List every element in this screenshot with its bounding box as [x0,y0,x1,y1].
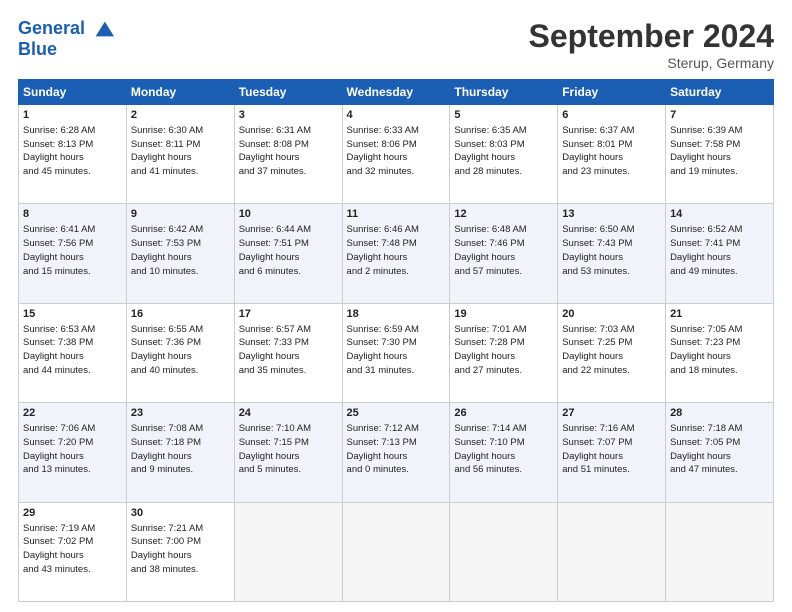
table-cell: 19Sunrise: 7:01 AMSunset: 7:28 PMDayligh… [450,303,558,402]
table-cell: 8Sunrise: 6:41 AMSunset: 7:56 PMDaylight… [19,204,127,303]
table-cell [450,502,558,601]
table-cell: 14Sunrise: 6:52 AMSunset: 7:41 PMDayligh… [666,204,774,303]
table-cell: 5Sunrise: 6:35 AMSunset: 8:03 PMDaylight… [450,105,558,204]
table-cell: 18Sunrise: 6:59 AMSunset: 7:30 PMDayligh… [342,303,450,402]
calendar-row: 15Sunrise: 6:53 AMSunset: 7:38 PMDayligh… [19,303,774,402]
table-cell: 27Sunrise: 7:16 AMSunset: 7:07 PMDayligh… [558,403,666,502]
table-cell: 16Sunrise: 6:55 AMSunset: 7:36 PMDayligh… [126,303,234,402]
table-cell: 6Sunrise: 6:37 AMSunset: 8:01 PMDaylight… [558,105,666,204]
table-cell: 26Sunrise: 7:14 AMSunset: 7:10 PMDayligh… [450,403,558,502]
calendar-row: 29Sunrise: 7:19 AMSunset: 7:02 PMDayligh… [19,502,774,601]
table-cell: 9Sunrise: 6:42 AMSunset: 7:53 PMDaylight… [126,204,234,303]
col-monday: Monday [126,80,234,105]
table-cell: 2Sunrise: 6:30 AMSunset: 8:11 PMDaylight… [126,105,234,204]
table-cell: 15Sunrise: 6:53 AMSunset: 7:38 PMDayligh… [19,303,127,402]
table-cell: 24Sunrise: 7:10 AMSunset: 7:15 PMDayligh… [234,403,342,502]
page: General Blue September 2024 Sterup, Germ… [0,0,792,612]
col-thursday: Thursday [450,80,558,105]
calendar-table: Sunday Monday Tuesday Wednesday Thursday… [18,79,774,602]
calendar-row: 22Sunrise: 7:06 AMSunset: 7:20 PMDayligh… [19,403,774,502]
logo-text: General Blue [18,18,114,60]
header: General Blue September 2024 Sterup, Germ… [18,18,774,71]
table-cell: 11Sunrise: 6:46 AMSunset: 7:48 PMDayligh… [342,204,450,303]
table-cell: 28Sunrise: 7:18 AMSunset: 7:05 PMDayligh… [666,403,774,502]
table-cell: 4Sunrise: 6:33 AMSunset: 8:06 PMDaylight… [342,105,450,204]
table-cell: 30Sunrise: 7:21 AMSunset: 7:00 PMDayligh… [126,502,234,601]
location: Sterup, Germany [529,55,774,71]
col-saturday: Saturday [666,80,774,105]
col-friday: Friday [558,80,666,105]
table-cell: 13Sunrise: 6:50 AMSunset: 7:43 PMDayligh… [558,204,666,303]
table-cell [342,502,450,601]
table-cell: 23Sunrise: 7:08 AMSunset: 7:18 PMDayligh… [126,403,234,502]
calendar-row: 8Sunrise: 6:41 AMSunset: 7:56 PMDaylight… [19,204,774,303]
table-cell: 1Sunrise: 6:28 AMSunset: 8:13 PMDaylight… [19,105,127,204]
table-cell [234,502,342,601]
table-cell: 7Sunrise: 6:39 AMSunset: 7:58 PMDaylight… [666,105,774,204]
col-wednesday: Wednesday [342,80,450,105]
header-row: Sunday Monday Tuesday Wednesday Thursday… [19,80,774,105]
title-block: September 2024 Sterup, Germany [529,18,774,71]
table-cell: 3Sunrise: 6:31 AMSunset: 8:08 PMDaylight… [234,105,342,204]
table-cell: 17Sunrise: 6:57 AMSunset: 7:33 PMDayligh… [234,303,342,402]
table-cell [666,502,774,601]
table-cell: 12Sunrise: 6:48 AMSunset: 7:46 PMDayligh… [450,204,558,303]
table-cell: 25Sunrise: 7:12 AMSunset: 7:13 PMDayligh… [342,403,450,502]
table-cell [558,502,666,601]
col-tuesday: Tuesday [234,80,342,105]
table-cell: 21Sunrise: 7:05 AMSunset: 7:23 PMDayligh… [666,303,774,402]
calendar-row: 1Sunrise: 6:28 AMSunset: 8:13 PMDaylight… [19,105,774,204]
logo: General Blue [18,18,114,60]
table-cell: 29Sunrise: 7:19 AMSunset: 7:02 PMDayligh… [19,502,127,601]
col-sunday: Sunday [19,80,127,105]
table-cell: 20Sunrise: 7:03 AMSunset: 7:25 PMDayligh… [558,303,666,402]
table-cell: 22Sunrise: 7:06 AMSunset: 7:20 PMDayligh… [19,403,127,502]
month-title: September 2024 [529,18,774,55]
table-cell: 10Sunrise: 6:44 AMSunset: 7:51 PMDayligh… [234,204,342,303]
